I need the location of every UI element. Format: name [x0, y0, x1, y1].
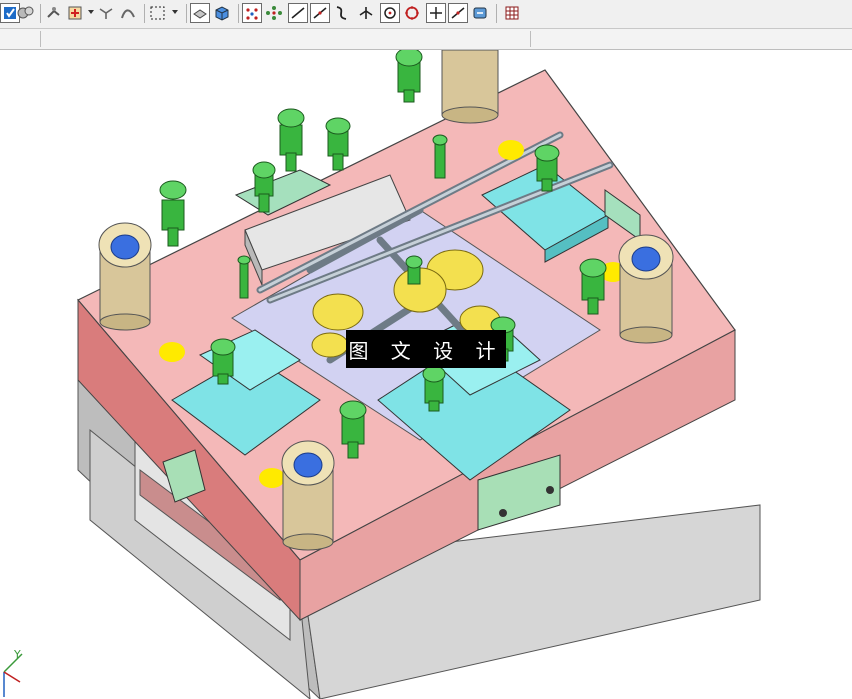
view-icon[interactable]	[16, 3, 36, 23]
chevron-down-icon[interactable]	[88, 10, 94, 14]
tag-icon[interactable]	[470, 3, 490, 23]
shaded-icon[interactable]	[190, 3, 210, 23]
cap-screw	[277, 108, 305, 172]
coordinate-triad: Y	[0, 642, 30, 699]
toolbar-separator	[144, 4, 145, 23]
guide-bushing	[281, 440, 335, 551]
cross-icon[interactable]	[426, 3, 446, 23]
cap-screw	[395, 50, 423, 103]
cap-screw	[159, 180, 187, 247]
marker-dot	[159, 342, 185, 362]
marker-dot	[259, 468, 285, 488]
guide-bushing	[98, 222, 152, 331]
grid-point-icon[interactable]	[264, 3, 284, 23]
cap-screw	[432, 134, 448, 179]
marker-dot	[498, 140, 524, 160]
toolbar-separator	[496, 4, 497, 23]
toolbar-separator	[40, 4, 41, 23]
guide-bushing	[618, 234, 674, 344]
snap-point-icon[interactable]	[66, 3, 86, 23]
solid-icon[interactable]	[212, 3, 232, 23]
circle-icon[interactable]	[380, 3, 400, 23]
guide-bushing	[441, 50, 499, 124]
diagonal-icon[interactable]	[448, 3, 468, 23]
line-icon[interactable]	[288, 3, 308, 23]
box-select-icon[interactable]	[148, 3, 168, 23]
path-icon[interactable]	[118, 3, 138, 23]
cap-screw	[237, 255, 251, 299]
watermark-text: 图 文 设 计	[348, 338, 504, 363]
table-icon[interactable]	[502, 3, 522, 23]
cap-screw	[405, 255, 423, 285]
toolbar-separator	[238, 4, 239, 23]
chevron-down-icon[interactable]	[172, 10, 178, 14]
curve-icon[interactable]	[332, 3, 352, 23]
point-icon[interactable]	[242, 3, 262, 23]
toolbar-separator	[530, 31, 531, 47]
toolbar-separator	[186, 4, 187, 23]
axis-icon[interactable]	[356, 3, 376, 23]
circle-red-icon[interactable]	[402, 3, 422, 23]
toolbar-separator	[40, 31, 41, 47]
quick-pick-icon[interactable]	[96, 3, 116, 23]
watermark-banner: 图 文 设 计	[346, 330, 506, 368]
arc-icon[interactable]	[310, 3, 330, 23]
graphics-viewport[interactable]: Y 图 文 设 计	[0, 50, 852, 699]
snap-icon[interactable]	[44, 3, 64, 23]
cap-screw	[325, 117, 351, 171]
triad-axis-label: Y	[14, 648, 21, 661]
secondary-toolbar	[0, 29, 852, 50]
mold-assembly	[77, 50, 761, 699]
main-toolbar	[0, 0, 852, 29]
